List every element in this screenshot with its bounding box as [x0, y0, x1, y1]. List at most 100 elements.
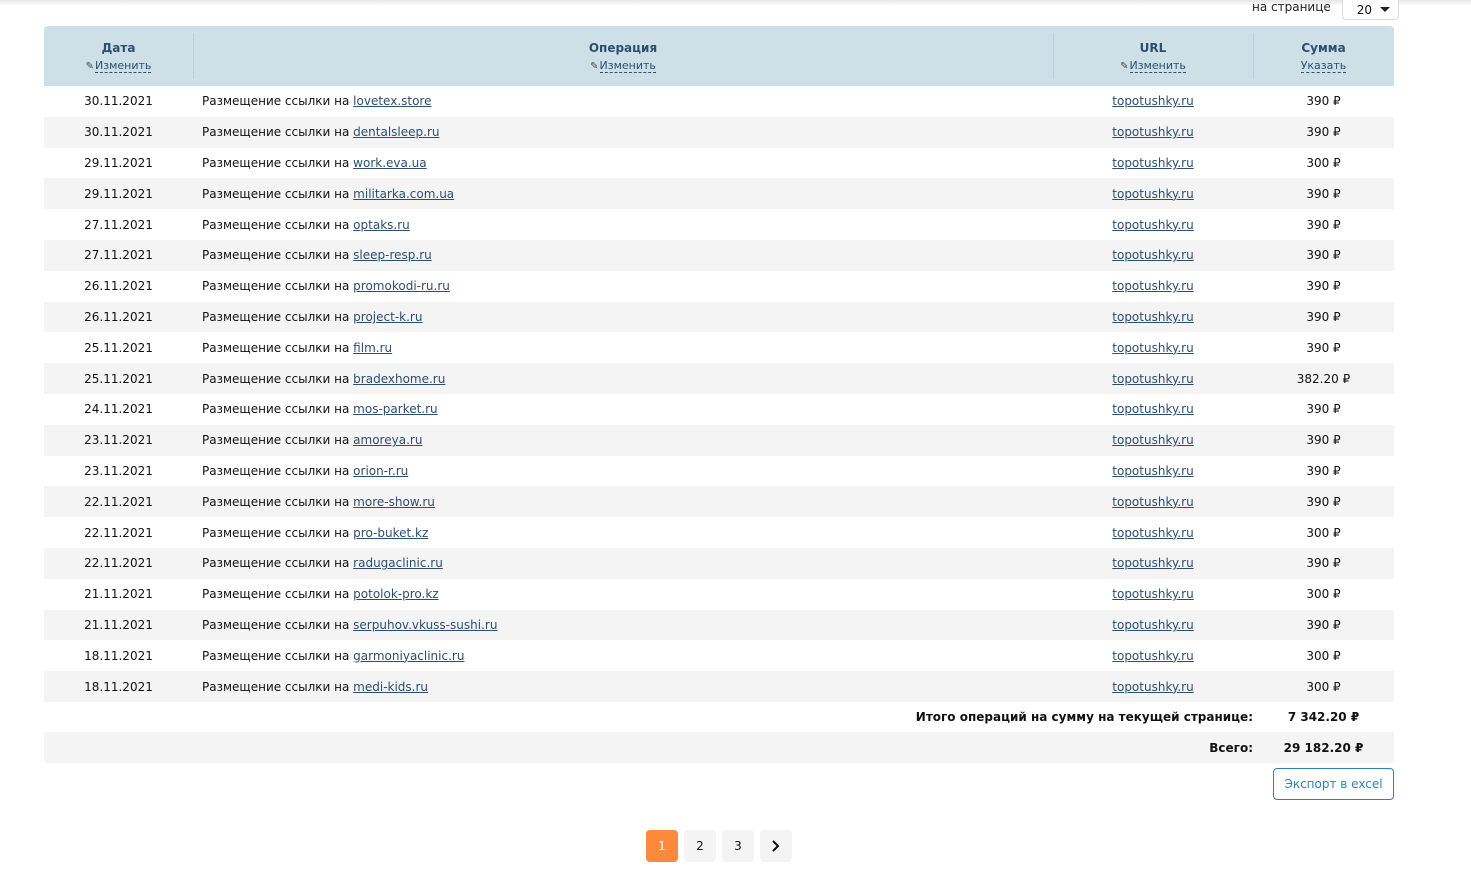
site-link[interactable]: project-k.ru — [353, 310, 422, 324]
header-sum-title: Сумма — [1301, 40, 1346, 55]
site-link[interactable]: garmoniyaclinic.ru — [353, 649, 464, 663]
per-page-select[interactable]: 20 — [1341, 0, 1399, 20]
url-link[interactable]: topotushky.ru — [1112, 248, 1193, 262]
row-operation: Размещение ссылки на work.eva.ua — [193, 148, 1053, 179]
operation-filter-link[interactable]: Изменить — [599, 58, 656, 73]
table-row: 30.11.2021 Размещение ссылки на lovetex.s… — [44, 86, 1394, 117]
row-sum: 390 ₽ — [1306, 94, 1341, 109]
row-sum: 390 ₽ — [1306, 217, 1341, 232]
site-link[interactable]: militarka.com.ua — [353, 187, 454, 201]
table-row: 30.11.2021 Размещение ссылки на dentalsle… — [44, 116, 1394, 148]
table-row: 18.11.2021 Размещение ссылки на medi-kids… — [44, 671, 1394, 702]
site-link[interactable]: more-show.ru — [353, 495, 435, 509]
operation-text: Размещение ссылки на — [202, 155, 350, 170]
table-row: 21.11.2021 Размещение ссылки на potolok-p… — [44, 579, 1394, 610]
pencil-icon: ✎ — [1120, 60, 1129, 72]
operation-text: Размещение ссылки на — [202, 525, 350, 540]
url-link[interactable]: topotushky.ru — [1112, 187, 1193, 201]
row-url: topotushky.ru — [1053, 394, 1253, 425]
url-link[interactable]: topotushky.ru — [1112, 495, 1193, 509]
row-sum: 390 ₽ — [1253, 301, 1394, 333]
row-sum: 390 ₽ — [1306, 279, 1341, 294]
row-url: topotushky.ru — [1053, 363, 1253, 394]
url-link[interactable]: topotushky.ru — [1112, 156, 1193, 170]
site-link[interactable]: mos-parket.ru — [353, 402, 437, 416]
site-link[interactable]: radugaclinic.ru — [353, 556, 443, 570]
url-link[interactable]: topotushky.ru — [1112, 526, 1193, 540]
date-filter-link[interactable]: Изменить — [95, 58, 152, 73]
site-link[interactable]: dentalsleep.ru — [353, 125, 439, 139]
row-url: topotushky.ru — [1053, 301, 1253, 333]
row-operation: Размещение ссылки на bradexhome.ru — [193, 363, 1053, 394]
url-link[interactable]: topotushky.ru — [1112, 372, 1193, 386]
operation-text: Размещение ссылки на — [202, 340, 350, 355]
row-url: topotushky.ru — [1053, 547, 1253, 579]
site-link[interactable]: sleep-resp.ru — [353, 248, 432, 262]
operation-text: Размещение ссылки на — [202, 433, 350, 448]
url-link[interactable]: topotushky.ru — [1112, 464, 1193, 478]
pencil-icon: ✎ — [590, 60, 599, 72]
url-link[interactable]: topotushky.ru — [1112, 310, 1193, 324]
site-link[interactable]: pro-buket.kz — [353, 526, 428, 540]
site-link[interactable]: medi-kids.ru — [353, 680, 428, 694]
url-link[interactable]: topotushky.ru — [1112, 279, 1193, 293]
row-date: 21.11.2021 — [84, 587, 153, 602]
column-divider — [1253, 33, 1254, 79]
site-link[interactable]: optaks.ru — [353, 218, 410, 232]
url-link[interactable]: topotushky.ru — [1112, 618, 1193, 632]
url-filter-link[interactable]: Изменить — [1129, 58, 1186, 73]
row-sum: 382.20 ₽ — [1253, 363, 1394, 394]
url-link[interactable]: topotushky.ru — [1112, 433, 1193, 447]
column-divider — [1053, 33, 1054, 79]
site-link[interactable]: serpuhov.vkuss-sushi.ru — [353, 618, 497, 632]
url-link[interactable]: topotushky.ru — [1112, 649, 1193, 663]
row-date: 21.11.2021 — [44, 609, 193, 641]
site-link[interactable]: promokodi-ru.ru — [353, 279, 450, 293]
site-link[interactable]: orion-r.ru — [353, 464, 408, 478]
url-link[interactable]: topotushky.ru — [1112, 402, 1193, 416]
url-link[interactable]: topotushky.ru — [1112, 587, 1193, 601]
grand-total-row: Всего: 29 182.20 ₽ — [44, 732, 1394, 763]
sum-filter-link[interactable]: Указать — [1300, 58, 1347, 73]
caret-down-icon — [1379, 7, 1390, 12]
table-row: 23.11.2021 Размещение ссылки на amoreya.r… — [44, 424, 1394, 456]
pagination: 1 2 3 — [646, 830, 792, 862]
site-link[interactable]: potolok-pro.kz — [353, 587, 438, 601]
url-link[interactable]: topotushky.ru — [1112, 556, 1193, 570]
url-link[interactable]: topotushky.ru — [1112, 125, 1193, 139]
row-operation: Размещение ссылки на amoreya.ru — [193, 424, 1053, 456]
site-link[interactable]: work.eva.ua — [353, 156, 426, 170]
url-link[interactable]: topotushky.ru — [1112, 680, 1193, 694]
page-3-button[interactable]: 3 — [722, 830, 754, 862]
header-operation: Операция ✎Изменить — [193, 26, 1053, 86]
row-date: 30.11.2021 — [84, 94, 153, 109]
next-page-button[interactable] — [760, 830, 792, 862]
chevron-right-icon — [772, 840, 780, 852]
url-link[interactable]: topotushky.ru — [1112, 94, 1193, 108]
operations-table: Дата ✎Изменить Операция ✎Изменить URL ✎И… — [44, 26, 1394, 763]
site-link[interactable]: amoreya.ru — [353, 433, 422, 447]
page-1-button[interactable]: 1 — [646, 830, 678, 862]
table-row: 29.11.2021 Размещение ссылки на work.eva.… — [44, 148, 1394, 179]
site-link[interactable]: film.ru — [353, 341, 392, 355]
row-date: 24.11.2021 — [84, 402, 153, 417]
page-2-button[interactable]: 2 — [684, 830, 716, 862]
row-date: 23.11.2021 — [84, 463, 153, 478]
row-url: topotushky.ru — [1053, 517, 1253, 548]
row-sum: 390 ₽ — [1306, 463, 1341, 478]
row-date: 23.11.2021 — [44, 424, 193, 456]
site-link[interactable]: bradexhome.ru — [353, 372, 445, 386]
table-row: 22.11.2021 Размещение ссылки на radugacli… — [44, 547, 1394, 579]
operation-text: Размещение ссылки на — [202, 402, 350, 417]
url-link[interactable]: topotushky.ru — [1112, 218, 1193, 232]
operation-text: Размещение ссылки на — [202, 463, 350, 478]
header-sum: Сумма Указать — [1253, 26, 1394, 86]
export-excel-button[interactable]: Экспорт в excel — [1273, 768, 1394, 800]
row-url: topotushky.ru — [1053, 486, 1253, 518]
site-link[interactable]: lovetex.store — [353, 94, 431, 108]
url-link[interactable]: topotushky.ru — [1112, 341, 1193, 355]
page-total-label: Итого операций на сумму на текущей стран… — [915, 710, 1253, 725]
row-sum: 390 ₽ — [1253, 609, 1394, 641]
table-row: 18.11.2021 Размещение ссылки на garmoniya… — [44, 640, 1394, 671]
row-url: topotushky.ru — [1053, 456, 1253, 487]
